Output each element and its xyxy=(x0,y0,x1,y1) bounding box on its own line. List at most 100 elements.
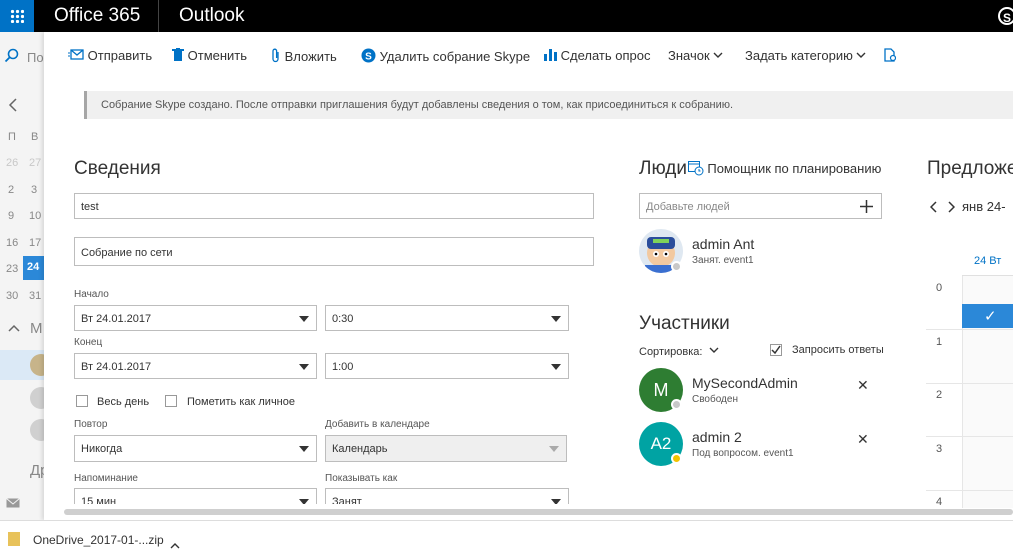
mini-cal-day[interactable]: 23 xyxy=(6,263,18,275)
request-responses-checkbox[interactable] xyxy=(770,344,782,356)
skype-icon: S xyxy=(361,48,376,63)
add-to-calendar-value: Календарь xyxy=(332,443,388,455)
delete-skype-meeting-button[interactable]: S Удалить собрание Skype xyxy=(361,48,530,66)
badge-label: Значок xyxy=(668,48,710,63)
repeat-value: Никогда xyxy=(81,443,123,455)
remove-attendee-icon[interactable]: ✕ xyxy=(857,377,869,394)
reminder-value: 15 мин xyxy=(81,496,117,504)
prev-week-chevron-icon[interactable] xyxy=(929,201,938,216)
mini-cal-day[interactable]: 9 xyxy=(8,210,14,222)
private-checkbox[interactable] xyxy=(165,395,177,407)
hour-label: 1 xyxy=(936,336,943,348)
chevron-down-icon xyxy=(856,52,866,58)
remove-attendee-icon[interactable]: ✕ xyxy=(857,431,869,448)
repeat-select[interactable]: Никогда xyxy=(74,435,317,462)
delete-skype-label: Удалить собрание Skype xyxy=(379,49,531,64)
mini-cal-day[interactable]: 27 xyxy=(29,157,41,169)
dropdown-caret-icon xyxy=(551,499,561,504)
presence-indicator xyxy=(671,453,682,464)
horizontal-scrollbar[interactable] xyxy=(64,509,1013,515)
paperclip-icon xyxy=(272,48,279,63)
check-icon: ✓ xyxy=(984,308,997,325)
location-input[interactable]: Собрание по сети xyxy=(74,237,594,266)
end-time-select[interactable]: 1:00 xyxy=(325,353,569,379)
mini-cal-day[interactable]: 2 xyxy=(8,184,14,196)
details-title: Сведения xyxy=(74,158,161,179)
hour-label: 4 xyxy=(936,496,943,508)
plus-icon[interactable] xyxy=(860,200,873,213)
search-icon[interactable] xyxy=(4,48,20,64)
topbar-divider xyxy=(158,0,159,32)
start-date-value: Вт 24.01.2017 xyxy=(81,313,152,325)
download-options-chevron-icon[interactable] xyxy=(170,538,180,552)
dropdown-caret-icon xyxy=(551,364,561,370)
presence-indicator xyxy=(671,399,682,410)
mail-icon[interactable] xyxy=(6,497,20,511)
collapse-chevron-icon[interactable] xyxy=(8,322,20,336)
private-label: Пометить как личное xyxy=(187,396,295,408)
suggestions-title: Предложе xyxy=(927,158,1013,179)
more-options-icon[interactable] xyxy=(884,48,897,66)
attendee-name[interactable]: MySecondAdmin xyxy=(692,375,798,391)
end-date-value: Вт 24.01.2017 xyxy=(81,361,152,373)
app-launcher-button[interactable] xyxy=(0,0,34,32)
add-people-input[interactable]: Добавьте людей xyxy=(639,193,882,219)
calendar-group-fragment[interactable]: М xyxy=(30,320,43,337)
start-date-select[interactable]: Вт 24.01.2017 xyxy=(74,305,317,331)
day-header-label: 24 Вт xyxy=(974,255,1002,267)
badge-dropdown[interactable]: Значок xyxy=(668,48,723,66)
checkmark-icon xyxy=(771,345,781,355)
all-day-checkbox[interactable] xyxy=(76,395,88,407)
hour-gutter xyxy=(926,238,963,508)
dropdown-caret-icon xyxy=(551,316,561,322)
weekday-tue: В xyxy=(31,131,39,143)
selected-timeslot[interactable]: ✓ xyxy=(962,304,1013,328)
mini-cal-day[interactable]: 26 xyxy=(6,157,18,169)
organizer-name[interactable]: admin Ant xyxy=(692,236,754,252)
reminder-select[interactable]: 15 мин xyxy=(74,488,317,504)
bar-chart-icon xyxy=(544,49,557,61)
attach-button[interactable]: Вложить xyxy=(271,48,337,66)
attendee-name[interactable]: admin 2 xyxy=(692,429,742,445)
app-title[interactable]: Outlook xyxy=(179,5,244,27)
zip-file-icon xyxy=(8,532,20,546)
mini-cal-day[interactable]: 10 xyxy=(29,210,41,222)
mini-cal-day[interactable]: 16 xyxy=(6,237,18,249)
end-date-select[interactable]: Вт 24.01.2017 xyxy=(74,353,317,379)
attendees-title: Участники xyxy=(639,313,730,334)
category-dropdown[interactable]: Задать категорию xyxy=(745,48,866,66)
dropdown-caret-icon xyxy=(549,446,559,452)
poll-button[interactable]: Сделать опрос xyxy=(544,48,651,66)
mini-cal-day[interactable]: 17 xyxy=(29,237,41,249)
top-bar xyxy=(0,0,1013,32)
send-button[interactable]: Отправить xyxy=(68,48,152,66)
mini-cal-day[interactable]: 30 xyxy=(6,290,18,302)
mini-cal-day[interactable]: 31 xyxy=(29,290,41,302)
show-as-select[interactable]: Занят xyxy=(325,488,569,504)
attendee-status: Свободен xyxy=(692,394,738,405)
mini-cal-selected-day[interactable]: 24 xyxy=(23,256,44,280)
sort-label: Сортировка: xyxy=(639,346,703,358)
svg-text:S: S xyxy=(365,51,372,62)
attach-label: Вложить xyxy=(284,49,337,64)
prev-month-chevron-icon[interactable] xyxy=(8,98,18,115)
search-fragment[interactable]: По xyxy=(27,50,44,65)
request-responses-label: Запросить ответы xyxy=(792,344,884,356)
skype-icon[interactable]: S xyxy=(998,7,1013,25)
add-people-placeholder: Добавьте людей xyxy=(646,201,730,213)
subject-input[interactable]: test xyxy=(74,193,594,219)
start-time-select[interactable]: 0:30 xyxy=(325,305,569,331)
dropdown-caret-icon xyxy=(299,364,309,370)
calendar-clock-icon xyxy=(688,161,704,176)
hour-label: 2 xyxy=(936,389,943,401)
scheduling-assistant-link[interactable]: Помощник по планированию xyxy=(688,159,881,176)
download-file-name[interactable]: OneDrive_2017-01-...zip xyxy=(33,533,164,547)
brand-title[interactable]: Office 365 xyxy=(54,5,140,27)
scheduling-assistant-label: Помощник по планированию xyxy=(707,161,882,176)
mini-cal-day[interactable]: 3 xyxy=(31,184,37,196)
next-week-chevron-icon[interactable] xyxy=(947,201,956,216)
hour-gridline xyxy=(926,329,1013,330)
sort-dropdown[interactable]: Сортировка: xyxy=(639,346,719,358)
discard-button[interactable]: Отменить xyxy=(172,48,247,66)
start-label: Начало xyxy=(74,289,109,300)
